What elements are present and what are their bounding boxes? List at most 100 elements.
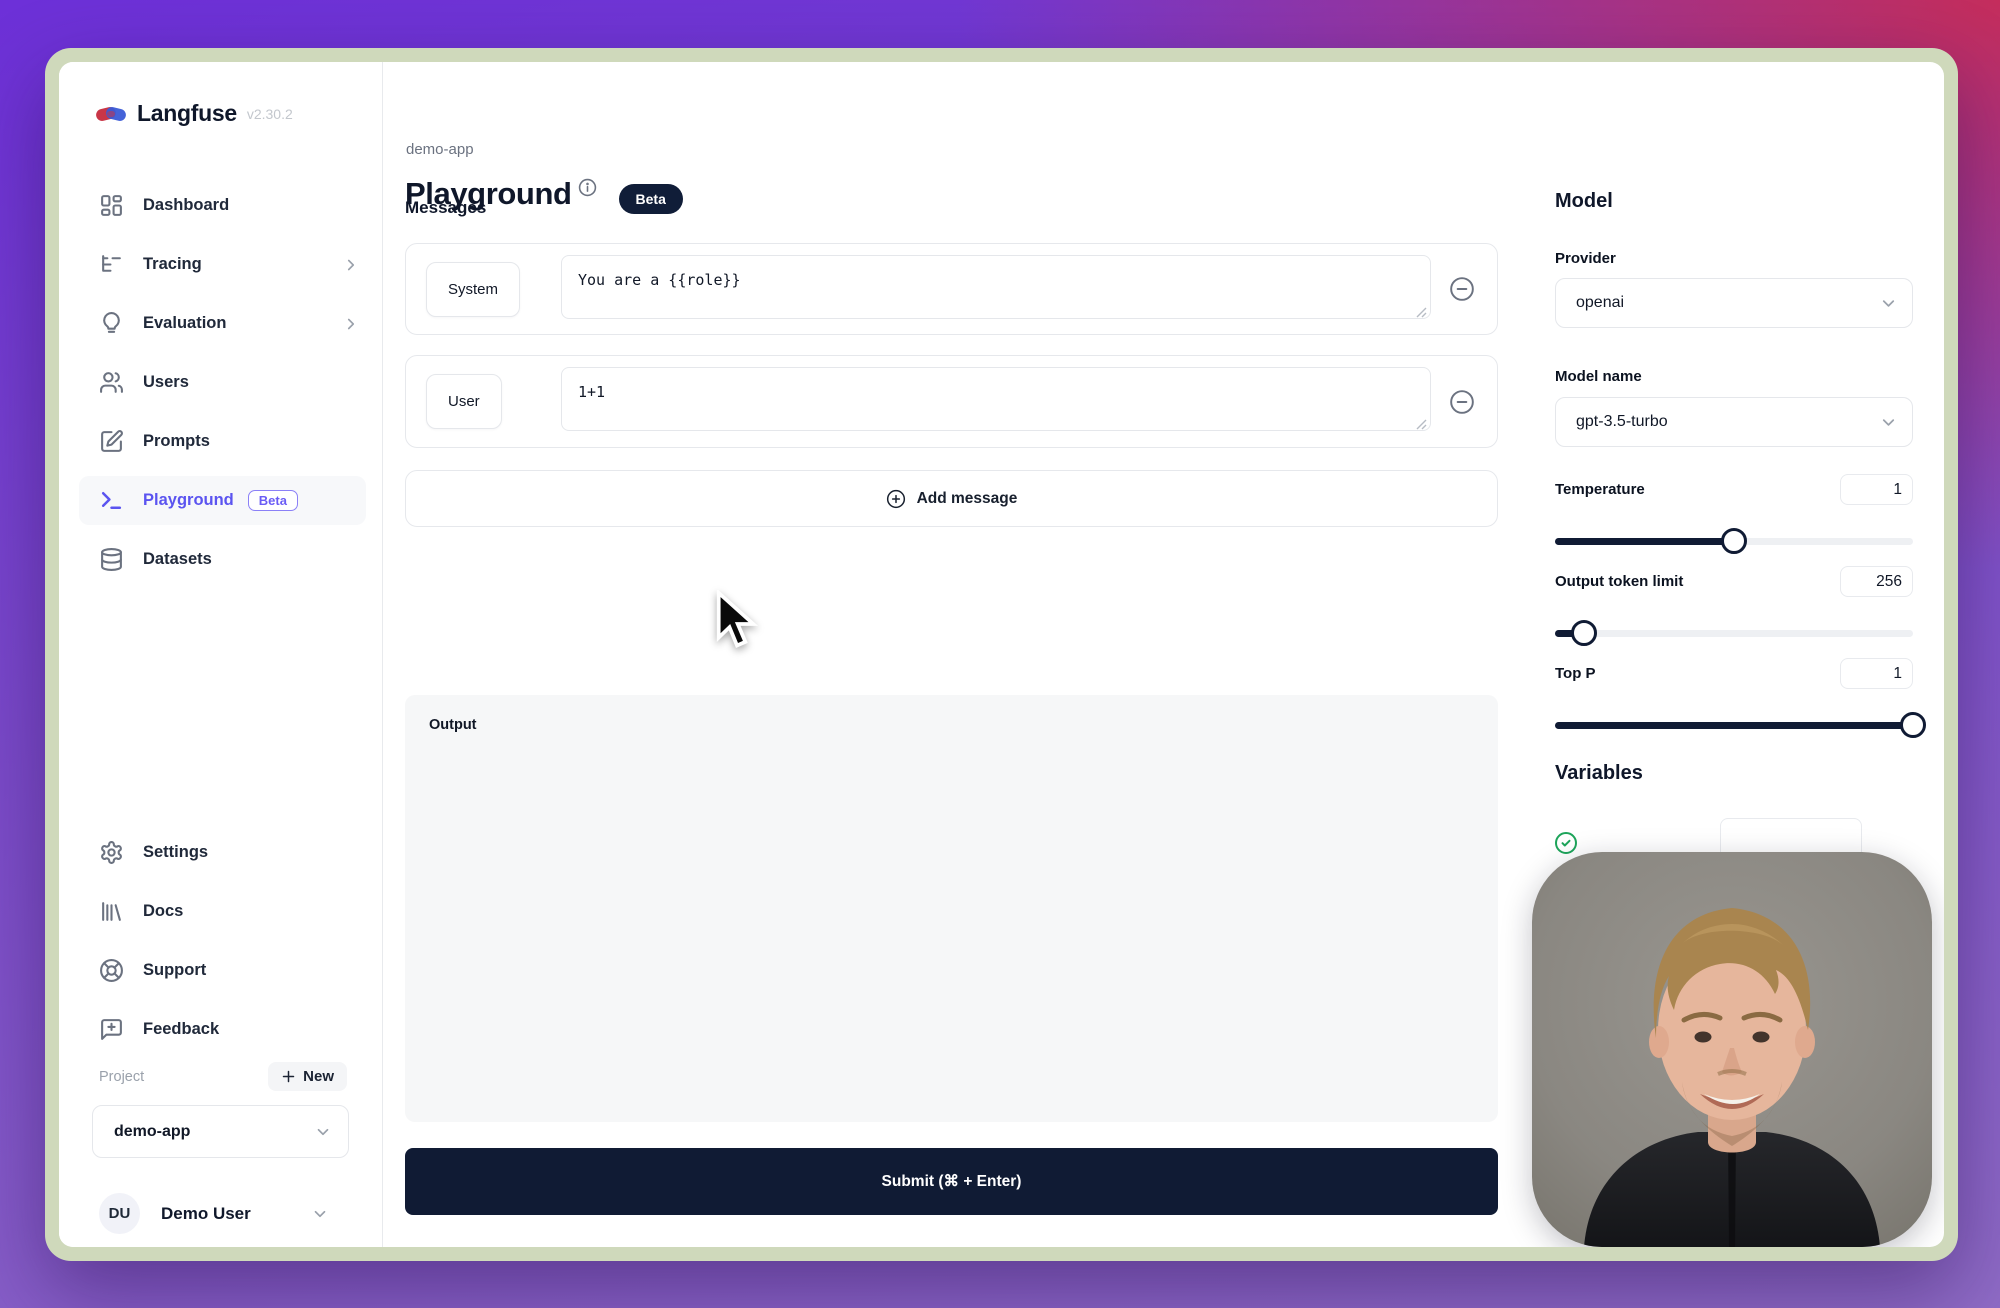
sidebar-item-datasets[interactable]: Datasets (59, 530, 382, 589)
sidebar-item-label: Support (143, 961, 206, 980)
sidebar-footer-nav: Settings Docs Support Feedback (59, 823, 382, 1059)
sidebar-item-feedback[interactable]: Feedback (59, 1000, 382, 1059)
slider-track (1555, 630, 1913, 637)
slider-thumb[interactable] (1571, 620, 1597, 646)
app-surface: Langfuse v2.30.2 Dashboard Tracing Evalu… (59, 62, 1944, 1247)
variables-heading: Variables (1555, 762, 1643, 785)
project-label: Project (99, 1069, 144, 1085)
sidebar-item-label: Users (143, 373, 189, 392)
sidebar-item-docs[interactable]: Docs (59, 882, 382, 941)
slider-fill (1555, 722, 1913, 729)
sidebar-item-playground[interactable]: Playground Beta (59, 471, 382, 530)
user-message-input[interactable]: 1+1 (561, 367, 1431, 431)
user-menu[interactable]: DU Demo User (99, 1193, 329, 1234)
message-row-system: System You are a {{role}} (405, 243, 1498, 335)
chevron-down-icon (311, 1205, 329, 1223)
resize-grip-icon[interactable] (1416, 307, 1427, 318)
top-p-group: Top P (1555, 658, 1913, 738)
sidebar-item-support[interactable]: Support (59, 941, 382, 1000)
remove-message-icon[interactable] (1449, 276, 1475, 302)
langfuse-logo-icon (95, 102, 127, 126)
temperature-slider[interactable] (1555, 528, 1913, 554)
slider-fill (1555, 630, 1584, 637)
new-project-button[interactable]: New (268, 1062, 347, 1091)
library-icon (99, 899, 124, 924)
sidebar-item-label: Tracing (143, 255, 202, 274)
sidebar: Langfuse v2.30.2 Dashboard Tracing Evalu… (59, 62, 383, 1247)
temperature-input[interactable] (1840, 474, 1913, 505)
role-button-user[interactable]: User (426, 374, 502, 429)
webcam-overlay (1532, 852, 1932, 1247)
sidebar-item-label: Datasets (143, 550, 212, 569)
top-p-slider[interactable] (1555, 712, 1913, 738)
project-select[interactable]: demo-app (92, 1105, 349, 1158)
system-message-input[interactable]: You are a {{role}} (561, 255, 1431, 319)
sidebar-item-label: Dashboard (143, 196, 229, 215)
plus-circle-icon (886, 489, 906, 509)
temperature-label: Temperature (1555, 481, 1645, 498)
top-p-input[interactable] (1840, 658, 1913, 689)
mouse-cursor (714, 590, 758, 652)
chevron-down-icon (314, 1123, 332, 1141)
message-plus-icon (99, 1017, 124, 1042)
user-name: Demo User (161, 1204, 251, 1224)
terminal-icon (99, 488, 124, 513)
chevron-down-icon (1879, 294, 1898, 313)
model-name-label: Model name (1555, 368, 1642, 385)
info-icon[interactable] (578, 178, 597, 197)
slider-thumb[interactable] (1900, 712, 1926, 738)
page-beta-badge: Beta (619, 184, 683, 214)
edit-icon (99, 429, 124, 454)
add-message-button[interactable]: Add message (405, 470, 1498, 527)
database-icon (99, 547, 124, 572)
sidebar-item-label: Evaluation (143, 314, 226, 333)
sidebar-item-evaluation[interactable]: Evaluation (59, 294, 382, 353)
life-buoy-icon (99, 958, 124, 983)
sidebar-item-users[interactable]: Users (59, 353, 382, 412)
breadcrumb[interactable]: demo-app (406, 141, 474, 158)
add-message-label: Add message (917, 490, 1018, 508)
resize-grip-icon[interactable] (1416, 419, 1427, 430)
output-panel: Output (405, 695, 1498, 1122)
remove-message-icon[interactable] (1449, 389, 1475, 415)
role-column: System (426, 262, 561, 317)
output-token-limit-label: Output token limit (1555, 573, 1683, 590)
model-heading: Model (1555, 190, 1613, 213)
dashboard-icon (99, 193, 124, 218)
slider-thumb[interactable] (1721, 528, 1747, 554)
sidebar-item-label: Settings (143, 843, 208, 862)
output-token-limit-group: Output token limit (1555, 566, 1913, 646)
messages-heading: Messages (405, 198, 486, 218)
sidebar-item-tracing[interactable]: Tracing (59, 235, 382, 294)
project-select-value: demo-app (114, 1123, 190, 1141)
output-token-limit-slider[interactable] (1555, 620, 1913, 646)
temperature-group: Temperature (1555, 474, 1913, 554)
new-project-label: New (303, 1068, 334, 1085)
presenter-video (1532, 852, 1932, 1247)
chevron-right-icon (342, 315, 360, 333)
message-textarea-wrap: 1+1 (561, 367, 1431, 436)
sidebar-item-prompts[interactable]: Prompts (59, 412, 382, 471)
output-label: Output (429, 717, 477, 733)
provider-select[interactable]: openai (1555, 278, 1913, 328)
model-name-select[interactable]: gpt-3.5-turbo (1555, 397, 1913, 447)
output-token-limit-input[interactable] (1840, 566, 1913, 597)
logo[interactable]: Langfuse v2.30.2 (95, 100, 293, 127)
avatar: DU (99, 1193, 140, 1234)
sidebar-nav: Dashboard Tracing Evaluation Users Promp… (59, 176, 382, 589)
sidebar-item-label: Playground (143, 491, 234, 510)
slider-fill (1555, 538, 1734, 545)
plus-icon (281, 1069, 296, 1084)
message-textarea-wrap: You are a {{role}} (561, 255, 1431, 324)
project-row: Project New (99, 1062, 347, 1091)
provider-label: Provider (1555, 250, 1616, 267)
sidebar-item-label: Prompts (143, 432, 210, 451)
sidebar-item-dashboard[interactable]: Dashboard (59, 176, 382, 235)
check-circle-icon (1554, 831, 1578, 855)
role-column: User (426, 374, 561, 429)
sidebar-item-settings[interactable]: Settings (59, 823, 382, 882)
chevron-right-icon (342, 256, 360, 274)
role-button-system[interactable]: System (426, 262, 520, 317)
sidebar-item-label: Feedback (143, 1020, 219, 1039)
submit-button[interactable]: Submit (⌘ + Enter) (405, 1148, 1498, 1215)
